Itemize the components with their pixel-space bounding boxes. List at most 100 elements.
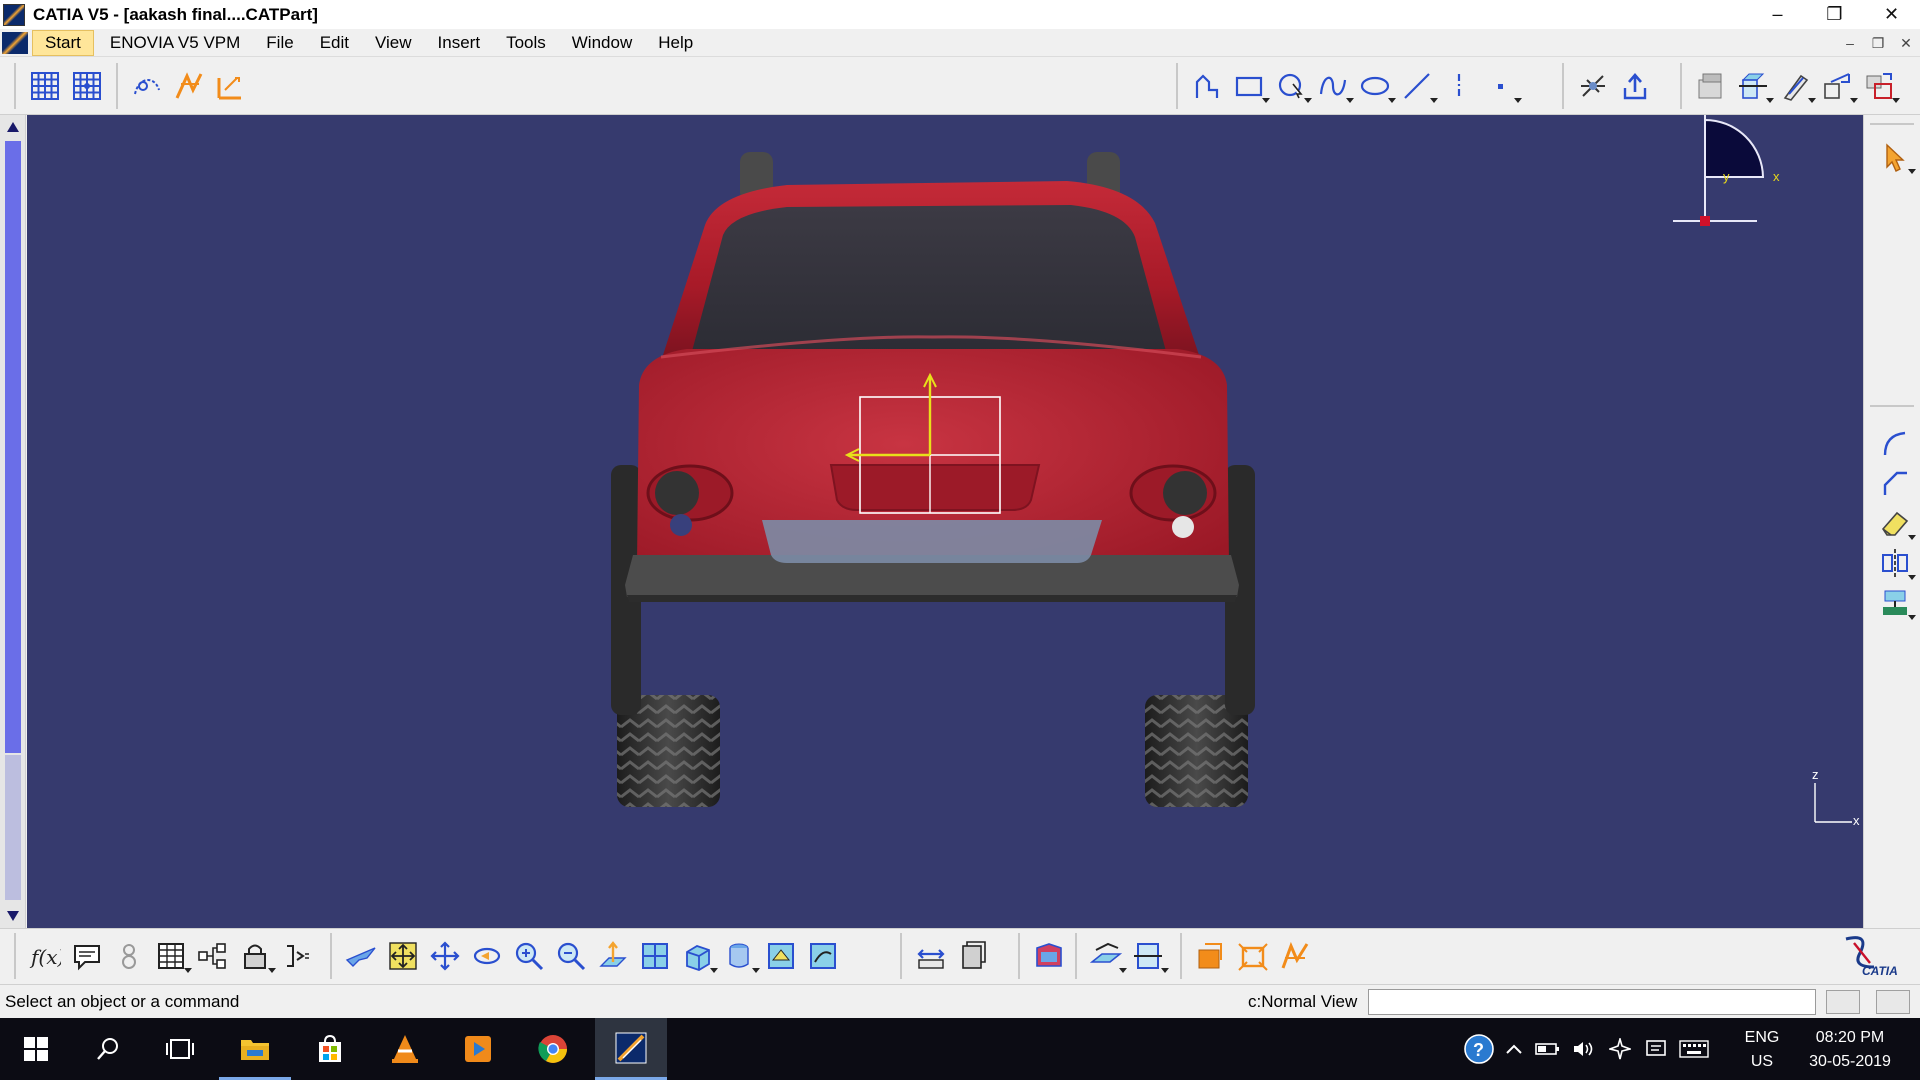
zoom-out-icon[interactable] xyxy=(553,938,589,974)
multi-view-icon[interactable] xyxy=(637,938,673,974)
point-icon[interactable] xyxy=(1483,68,1522,104)
scrollbar-thumb[interactable] xyxy=(5,141,21,753)
shading-icon[interactable] xyxy=(721,938,760,974)
restore-button[interactable]: ❐ xyxy=(1806,0,1863,29)
sketch-plane-icon[interactable] xyxy=(1088,938,1127,974)
compass-icon[interactable]: z x y xyxy=(1673,115,1780,226)
vlc-player-icon[interactable] xyxy=(369,1018,441,1080)
catia-taskbar-icon[interactable] xyxy=(595,1018,667,1080)
dimensional-constraints-icon[interactable] xyxy=(213,68,249,104)
normal-view-icon[interactable] xyxy=(595,938,631,974)
menu-tools[interactable]: Tools xyxy=(496,31,556,55)
airplane-mode-icon[interactable] xyxy=(1602,1030,1638,1068)
doc-restore-button[interactable]: ❐ xyxy=(1864,32,1892,54)
pan-icon[interactable] xyxy=(427,938,463,974)
task-view-icon[interactable] xyxy=(144,1018,216,1080)
chrome-icon[interactable] xyxy=(517,1018,589,1080)
geometrical-constraints-icon[interactable] xyxy=(171,68,207,104)
design-table-icon[interactable] xyxy=(153,938,192,974)
menu-insert[interactable]: Insert xyxy=(428,31,491,55)
close-button[interactable]: ✕ xyxy=(1863,0,1920,29)
formula-icon[interactable]: f(x) xyxy=(27,938,63,974)
3d-viewport[interactable]: z x y z x xyxy=(27,115,1863,928)
trim-eraser-icon[interactable] xyxy=(1877,505,1916,541)
snap-to-point-icon[interactable] xyxy=(69,68,105,104)
select-arrow-icon[interactable] xyxy=(1877,139,1916,175)
grid-icon[interactable] xyxy=(27,68,63,104)
comment-icon[interactable] xyxy=(69,938,105,974)
auto-constraint-icon[interactable] xyxy=(1277,938,1313,974)
menu-file[interactable]: File xyxy=(256,31,303,55)
microsoft-store-icon[interactable] xyxy=(294,1018,366,1080)
vertical-scrollbar[interactable] xyxy=(0,115,26,928)
axis-icon[interactable] xyxy=(1441,68,1477,104)
macro-icon[interactable] xyxy=(279,938,315,974)
sketch-analysis-icon[interactable] xyxy=(1575,68,1611,104)
transformation-icon[interactable] xyxy=(1861,68,1900,104)
swap-visible-space-icon[interactable] xyxy=(805,938,841,974)
document-icon[interactable] xyxy=(2,31,28,54)
project-3d-elements-icon[interactable] xyxy=(1735,68,1774,104)
law-icon[interactable] xyxy=(111,938,147,974)
battery-icon[interactable] xyxy=(1530,1030,1566,1068)
chevron-up-icon[interactable] xyxy=(1498,1030,1530,1068)
measure-item-icon[interactable] xyxy=(955,938,991,974)
windows-start-icon[interactable] xyxy=(0,1018,72,1080)
measure-between-icon[interactable] xyxy=(913,938,949,974)
svg-text:?: ? xyxy=(1473,1040,1484,1060)
rectangle-icon[interactable] xyxy=(1231,68,1270,104)
command-input[interactable] xyxy=(1368,989,1816,1015)
part-tool-icon[interactable] xyxy=(1693,68,1729,104)
notifications-icon[interactable] xyxy=(1638,1030,1674,1068)
menu-help[interactable]: Help xyxy=(648,31,703,55)
media-player-icon[interactable] xyxy=(442,1018,514,1080)
menu-enovia[interactable]: ENOVIA V5 VPM xyxy=(100,31,250,55)
menu-view[interactable]: View xyxy=(365,31,422,55)
catia-app-icon[interactable] xyxy=(3,3,25,26)
cut-part-by-sketch-plane-icon[interactable] xyxy=(1130,938,1169,974)
exit-workbench-icon[interactable] xyxy=(1617,68,1653,104)
rotate-icon[interactable] xyxy=(469,938,505,974)
corner-fillet-icon[interactable] xyxy=(1877,425,1913,461)
profile-icon[interactable] xyxy=(1189,68,1225,104)
chamfer-icon[interactable] xyxy=(1877,465,1913,501)
corner-icon[interactable] xyxy=(1777,68,1816,104)
zoom-in-icon[interactable] xyxy=(511,938,547,974)
diagnosis-icon[interactable] xyxy=(1235,938,1271,974)
circle-icon[interactable] xyxy=(1273,68,1312,104)
doc-minimize-button[interactable]: – xyxy=(1836,32,1864,54)
construction-element-icon[interactable] xyxy=(129,68,165,104)
fly-mode-icon[interactable] xyxy=(343,938,379,974)
apply-material-icon[interactable] xyxy=(1031,938,1067,974)
symmetry-icon[interactable] xyxy=(1877,545,1916,581)
search-icon[interactable] xyxy=(72,1018,144,1080)
file-explorer-icon[interactable] xyxy=(219,1018,291,1080)
fit-all-icon[interactable] xyxy=(385,938,421,974)
clock-time: 08:20 PM xyxy=(1815,1029,1885,1046)
tree-structure-icon[interactable] xyxy=(195,938,231,974)
mirror-icon[interactable] xyxy=(1819,68,1858,104)
clock[interactable]: 08:20 PM 30-05-2019 xyxy=(1795,1026,1905,1074)
sketch-view-group xyxy=(1075,933,1169,979)
command-cancel-button[interactable] xyxy=(1876,990,1910,1014)
menu-start[interactable]: Start xyxy=(32,29,94,56)
ellipse-icon[interactable] xyxy=(1357,68,1396,104)
keyboard-icon[interactable] xyxy=(1674,1030,1714,1068)
command-apply-button[interactable] xyxy=(1826,990,1860,1014)
minimize-button[interactable]: – xyxy=(1749,0,1806,29)
lock-icon[interactable] xyxy=(237,938,276,974)
spline-icon[interactable] xyxy=(1315,68,1354,104)
doc-close-button[interactable]: ✕ xyxy=(1892,32,1920,54)
volume-icon[interactable] xyxy=(1566,1030,1602,1068)
scroll-down-arrow-icon[interactable] xyxy=(0,906,26,926)
isometric-view-icon[interactable] xyxy=(679,938,718,974)
help-icon[interactable]: ? xyxy=(1460,1030,1498,1068)
language-indicator[interactable]: ENG US xyxy=(1742,1026,1782,1074)
line-icon[interactable] xyxy=(1399,68,1438,104)
project-3d-icon[interactable] xyxy=(1877,585,1916,621)
menu-window[interactable]: Window xyxy=(562,31,642,55)
menu-edit[interactable]: Edit xyxy=(310,31,359,55)
visualization-icon[interactable] xyxy=(1193,938,1229,974)
hide-show-icon[interactable] xyxy=(763,938,799,974)
scroll-up-arrow-icon[interactable] xyxy=(0,117,26,137)
